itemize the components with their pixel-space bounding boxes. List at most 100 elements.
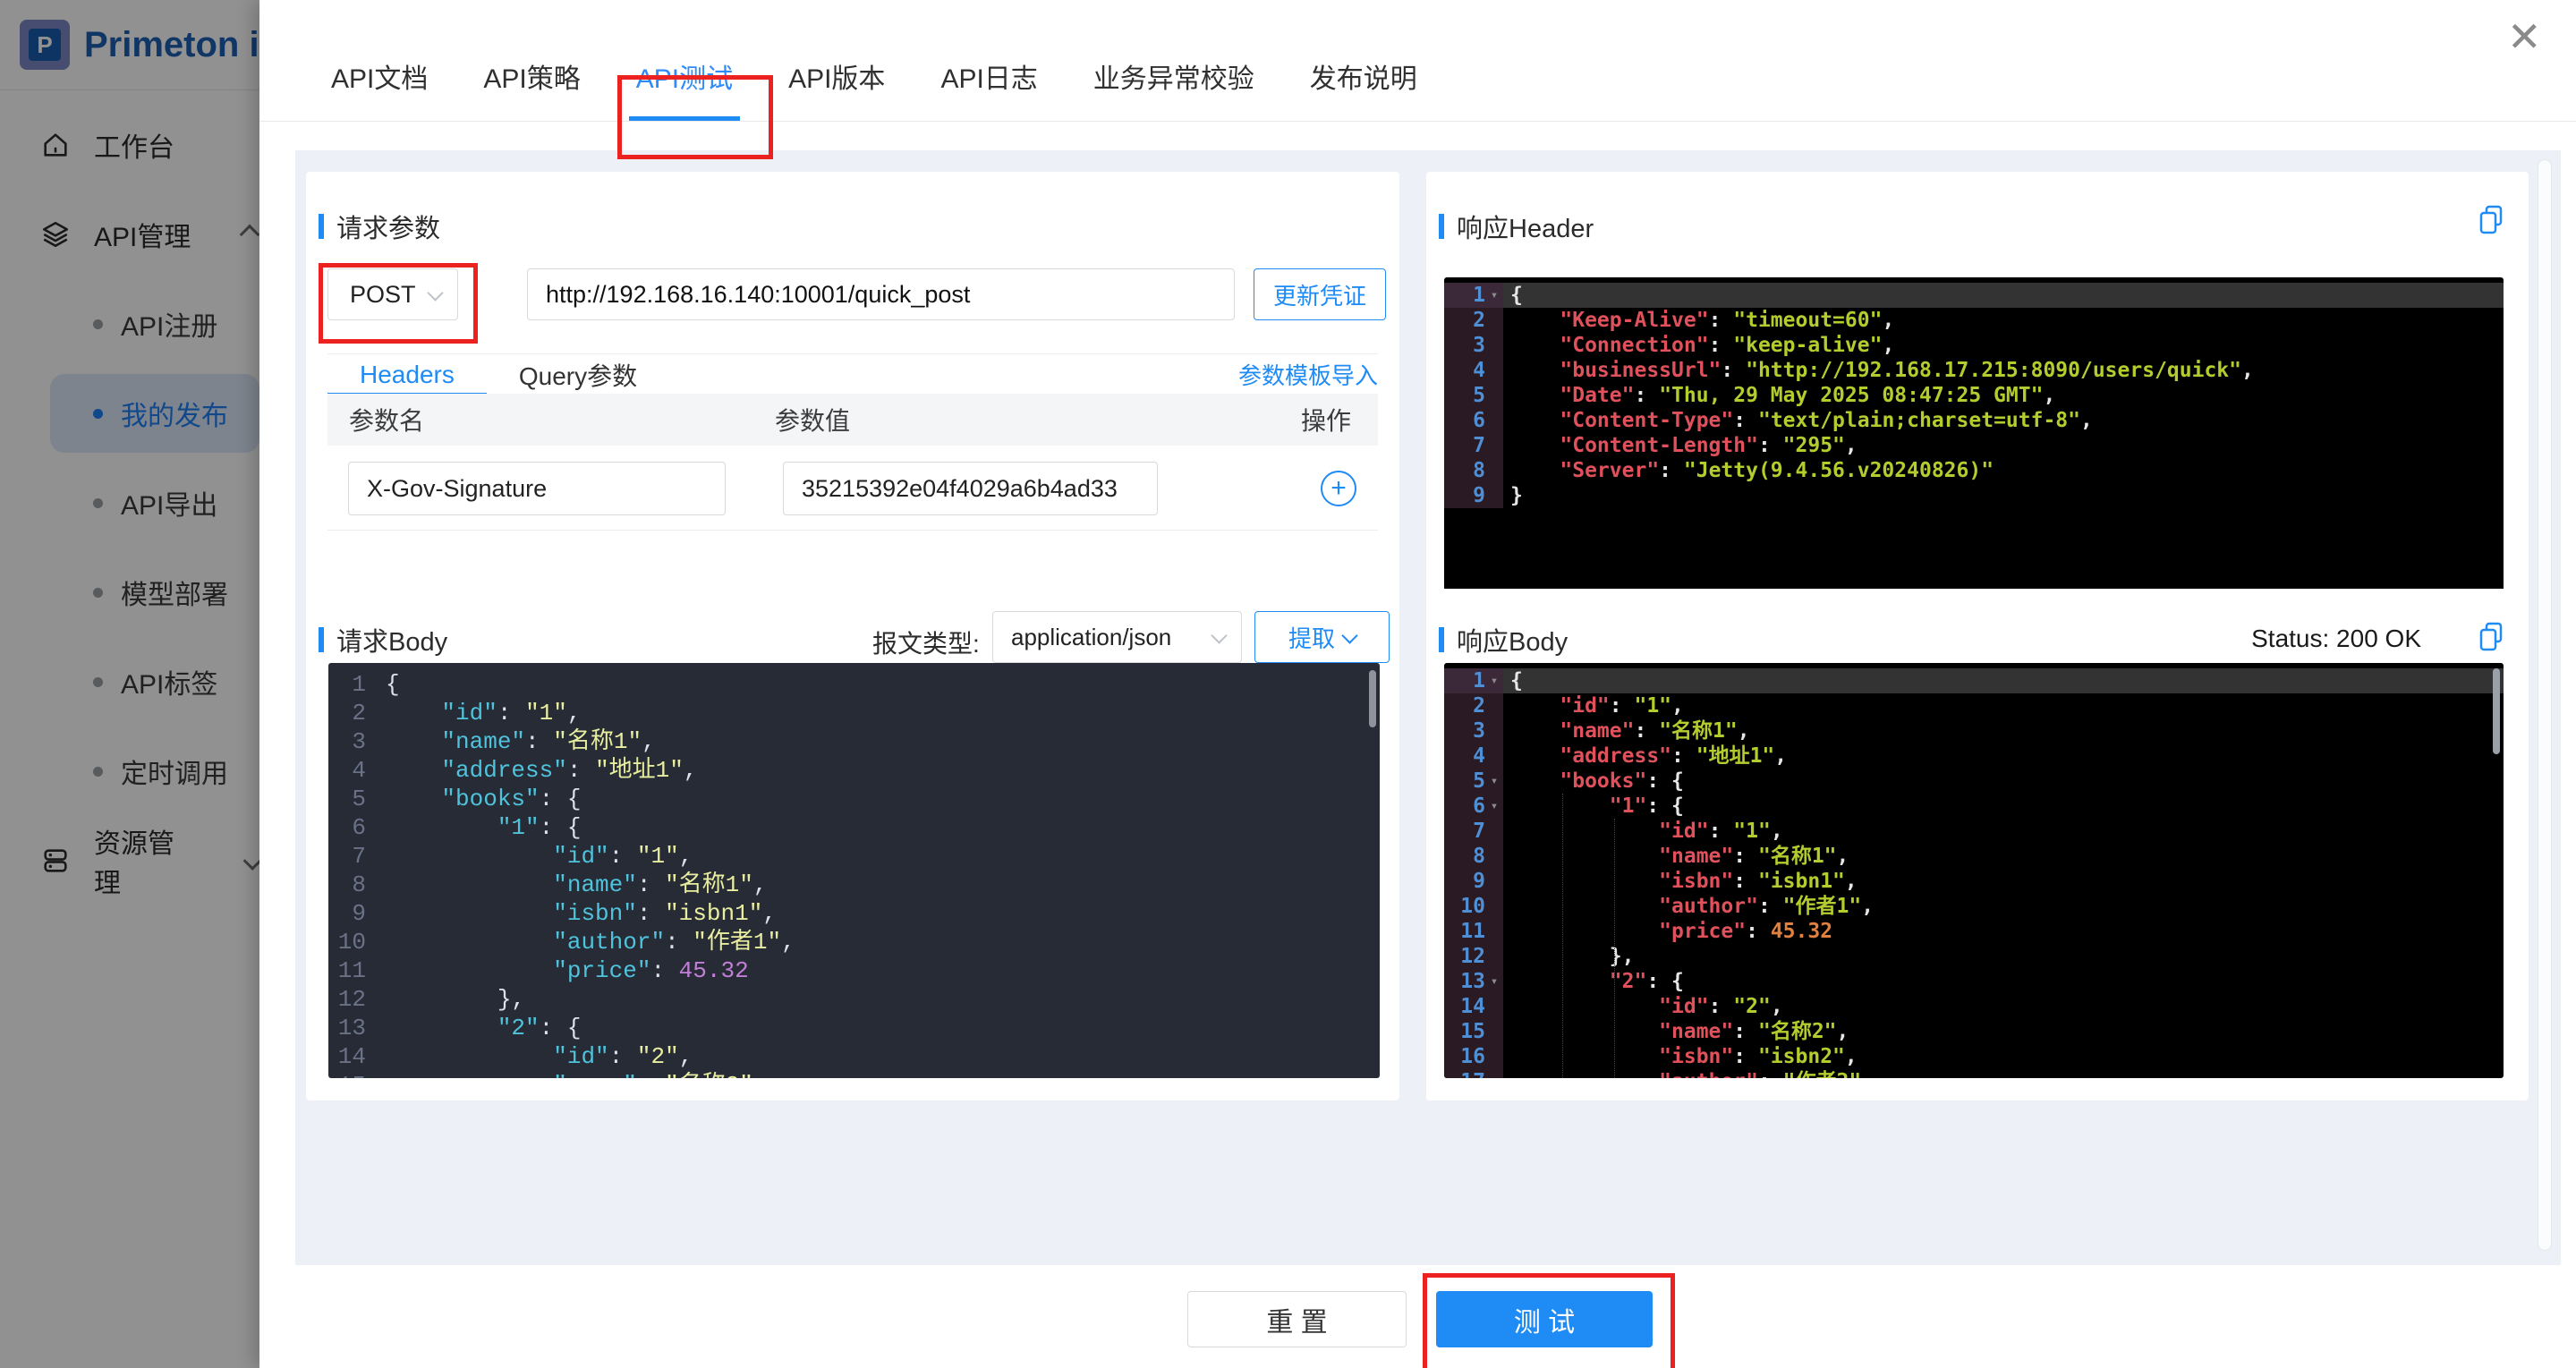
fold-arrow-icon: ▾ xyxy=(1490,674,1499,688)
indent-guide xyxy=(1562,794,1563,1078)
tab-policy[interactable]: API策略 xyxy=(481,56,582,121)
api-detail-modal: ✕ API文档 API策略 API测试 API版本 API日志 业务异常校验 发布说明 请求… xyxy=(259,0,2576,1368)
param-subtab-0[interactable]: Headers xyxy=(327,354,487,396)
code-line: 16 "isbn": "isbn2", xyxy=(1444,1044,2504,1069)
line-number: 9 xyxy=(1444,483,1503,508)
code-line: 2 "Keep-Alive": "timeout=60", xyxy=(1444,308,2504,333)
code-text: "name": "名称1", xyxy=(1659,845,1849,868)
line-number: 10 xyxy=(337,929,366,956)
code-text: "name": "名称2", xyxy=(1659,1020,1849,1043)
tab-test[interactable]: API测试 xyxy=(628,56,741,121)
reset-button[interactable]: 重 置 xyxy=(1187,1291,1407,1347)
code-text: "Server": "Jetty(9.4.56.v20240826)" xyxy=(1560,459,1994,482)
line-number: 6 xyxy=(352,814,366,841)
copy-icon[interactable] xyxy=(2477,621,2505,653)
code-line: 9} xyxy=(1444,483,2504,508)
code-text: "author": "作者2", xyxy=(1503,1069,2504,1078)
code-text: "Keep-Alive": "timeout=60", xyxy=(1560,309,1895,332)
request-body-card: 请求Body 报文类型: application/json 提取 1 {2 "id… xyxy=(306,589,1399,1100)
tab-version[interactable]: API版本 xyxy=(786,56,887,121)
indent-guide xyxy=(1614,819,1615,1078)
code-text: "author": "作者1", xyxy=(1659,895,1875,918)
line-number: 2 xyxy=(1444,308,1503,333)
fold-arrow-icon: ▾ xyxy=(1490,974,1499,989)
code-text: "name": "名称1", xyxy=(553,871,768,898)
line-number: 1 xyxy=(352,671,366,698)
copy-icon[interactable] xyxy=(2477,204,2505,236)
param-template-import-link[interactable]: 参数模板导入 xyxy=(1238,358,1378,391)
tab-exception[interactable]: 业务异常校验 xyxy=(1092,56,1256,121)
modal-dim-overlay xyxy=(0,0,259,1368)
code-line: 4 "address": "地址1", xyxy=(328,756,1380,785)
code-line: 14 "id": "2", xyxy=(328,1042,1380,1071)
line-number: 12 xyxy=(1444,944,1503,969)
code-line: 8 "Server": "Jetty(9.4.56.v20240826)" xyxy=(1444,458,2504,483)
code-text: "id": "2", xyxy=(1659,995,1783,1018)
response-body-title: 响应Body xyxy=(1439,621,1568,659)
fold-arrow-icon: ▾ xyxy=(1490,288,1499,302)
editor-scrollbar-thumb[interactable] xyxy=(1369,670,1376,727)
param-name-input[interactable] xyxy=(348,462,726,515)
content-type-value: application/json xyxy=(1011,623,1172,650)
param-value-input[interactable] xyxy=(783,462,1158,515)
url-input[interactable] xyxy=(527,268,1235,320)
code-line: 15 "name": "名称2", xyxy=(328,1071,1380,1078)
line-number: 5 xyxy=(1444,383,1503,408)
chevron-down-icon xyxy=(1211,626,1228,644)
content-type-select[interactable]: application/json xyxy=(992,611,1242,663)
code-line: 1 ▾{ xyxy=(1444,668,2504,693)
code-text: { xyxy=(386,671,400,698)
tab-doc[interactable]: API文档 xyxy=(329,56,429,121)
code-text: "id": "1", xyxy=(441,700,582,726)
line-number: 9 xyxy=(1444,869,1503,894)
content-type-label: 报文类型: xyxy=(872,630,980,658)
code-text: "1": { xyxy=(1609,794,1684,818)
tab-release[interactable]: 发布说明 xyxy=(1308,56,1419,121)
code-text: "name": "名称1", xyxy=(1560,719,1750,743)
request-params-title: 请求参数 xyxy=(319,208,440,245)
code-line: 3 "Connection": "keep-alive", xyxy=(1444,333,2504,358)
code-text: }, xyxy=(1510,945,1635,968)
code-line: 8 "name": "名称1", xyxy=(328,871,1380,899)
code-line: 11 "price": 45.32 xyxy=(1444,919,2504,944)
code-text: { xyxy=(1503,283,2504,308)
request-body-editor[interactable]: 1{2 "id": "1", 3 "name": "名称1", 4 "address… xyxy=(328,663,1380,1078)
extract-button[interactable]: 提取 xyxy=(1254,611,1390,663)
line-number: 9 xyxy=(352,900,366,927)
response-body-card: 响应Body Status: 200 OK 1 ▾{2 "id": "1", 3 "… xyxy=(1426,589,2529,1100)
code-line: 14 "id": "2", xyxy=(1444,994,2504,1019)
code-line: 4 "address": "地址1", xyxy=(1444,743,2504,769)
modal-scrollbar[interactable] xyxy=(2538,159,2552,1251)
add-param-icon[interactable]: + xyxy=(1321,471,1356,506)
code-text: "Date": "Thu, 29 May 2025 08:47:25 GMT", xyxy=(1560,384,2056,407)
col-actions: 操作 xyxy=(1300,407,1351,435)
line-number: 14 xyxy=(1444,994,1503,1019)
code-text: "2": { xyxy=(1609,970,1684,993)
line-number: 5 ▾ xyxy=(1444,769,1503,794)
line-number: 1 ▾ xyxy=(1444,283,1503,308)
response-body-editor[interactable]: 1 ▾{2 "id": "1", 3 "name": "名称1", 4 "addres… xyxy=(1444,663,2504,1078)
editor-scrollbar-thumb[interactable] xyxy=(2493,668,2500,754)
code-line: 12 }, xyxy=(1444,944,2504,969)
code-text: } xyxy=(1510,484,1523,507)
chevron-down-icon xyxy=(1341,626,1358,644)
code-line: 7 "id": "1", xyxy=(1444,819,2504,844)
code-text: "businessUrl": "http://192.168.17.215:80… xyxy=(1560,359,2254,382)
close-icon[interactable]: ✕ xyxy=(2507,13,2542,61)
code-text: "id": "1", xyxy=(553,843,693,870)
tab-log[interactable]: API日志 xyxy=(939,56,1039,121)
chevron-down-icon xyxy=(427,284,444,302)
test-button[interactable]: 测 试 xyxy=(1436,1291,1653,1347)
code-text: "isbn": "isbn1", xyxy=(1659,870,1858,893)
code-line: 8 "name": "名称1", xyxy=(1444,844,2504,869)
request-body-title: 请求Body xyxy=(319,621,447,659)
line-number: 2 xyxy=(1444,693,1503,718)
code-line: 10 "author": "作者1", xyxy=(1444,894,2504,919)
code-text: "address": "地址1", xyxy=(441,757,698,784)
line-number: 2 xyxy=(352,700,366,726)
line-number: 7 xyxy=(1444,433,1503,458)
code-line: 1 ▾{ xyxy=(1444,283,2504,308)
method-select[interactable]: POST xyxy=(327,268,458,320)
update-credential-button[interactable]: 更新凭证 xyxy=(1254,268,1386,320)
param-subtab-1[interactable]: Query参数 xyxy=(487,354,669,395)
